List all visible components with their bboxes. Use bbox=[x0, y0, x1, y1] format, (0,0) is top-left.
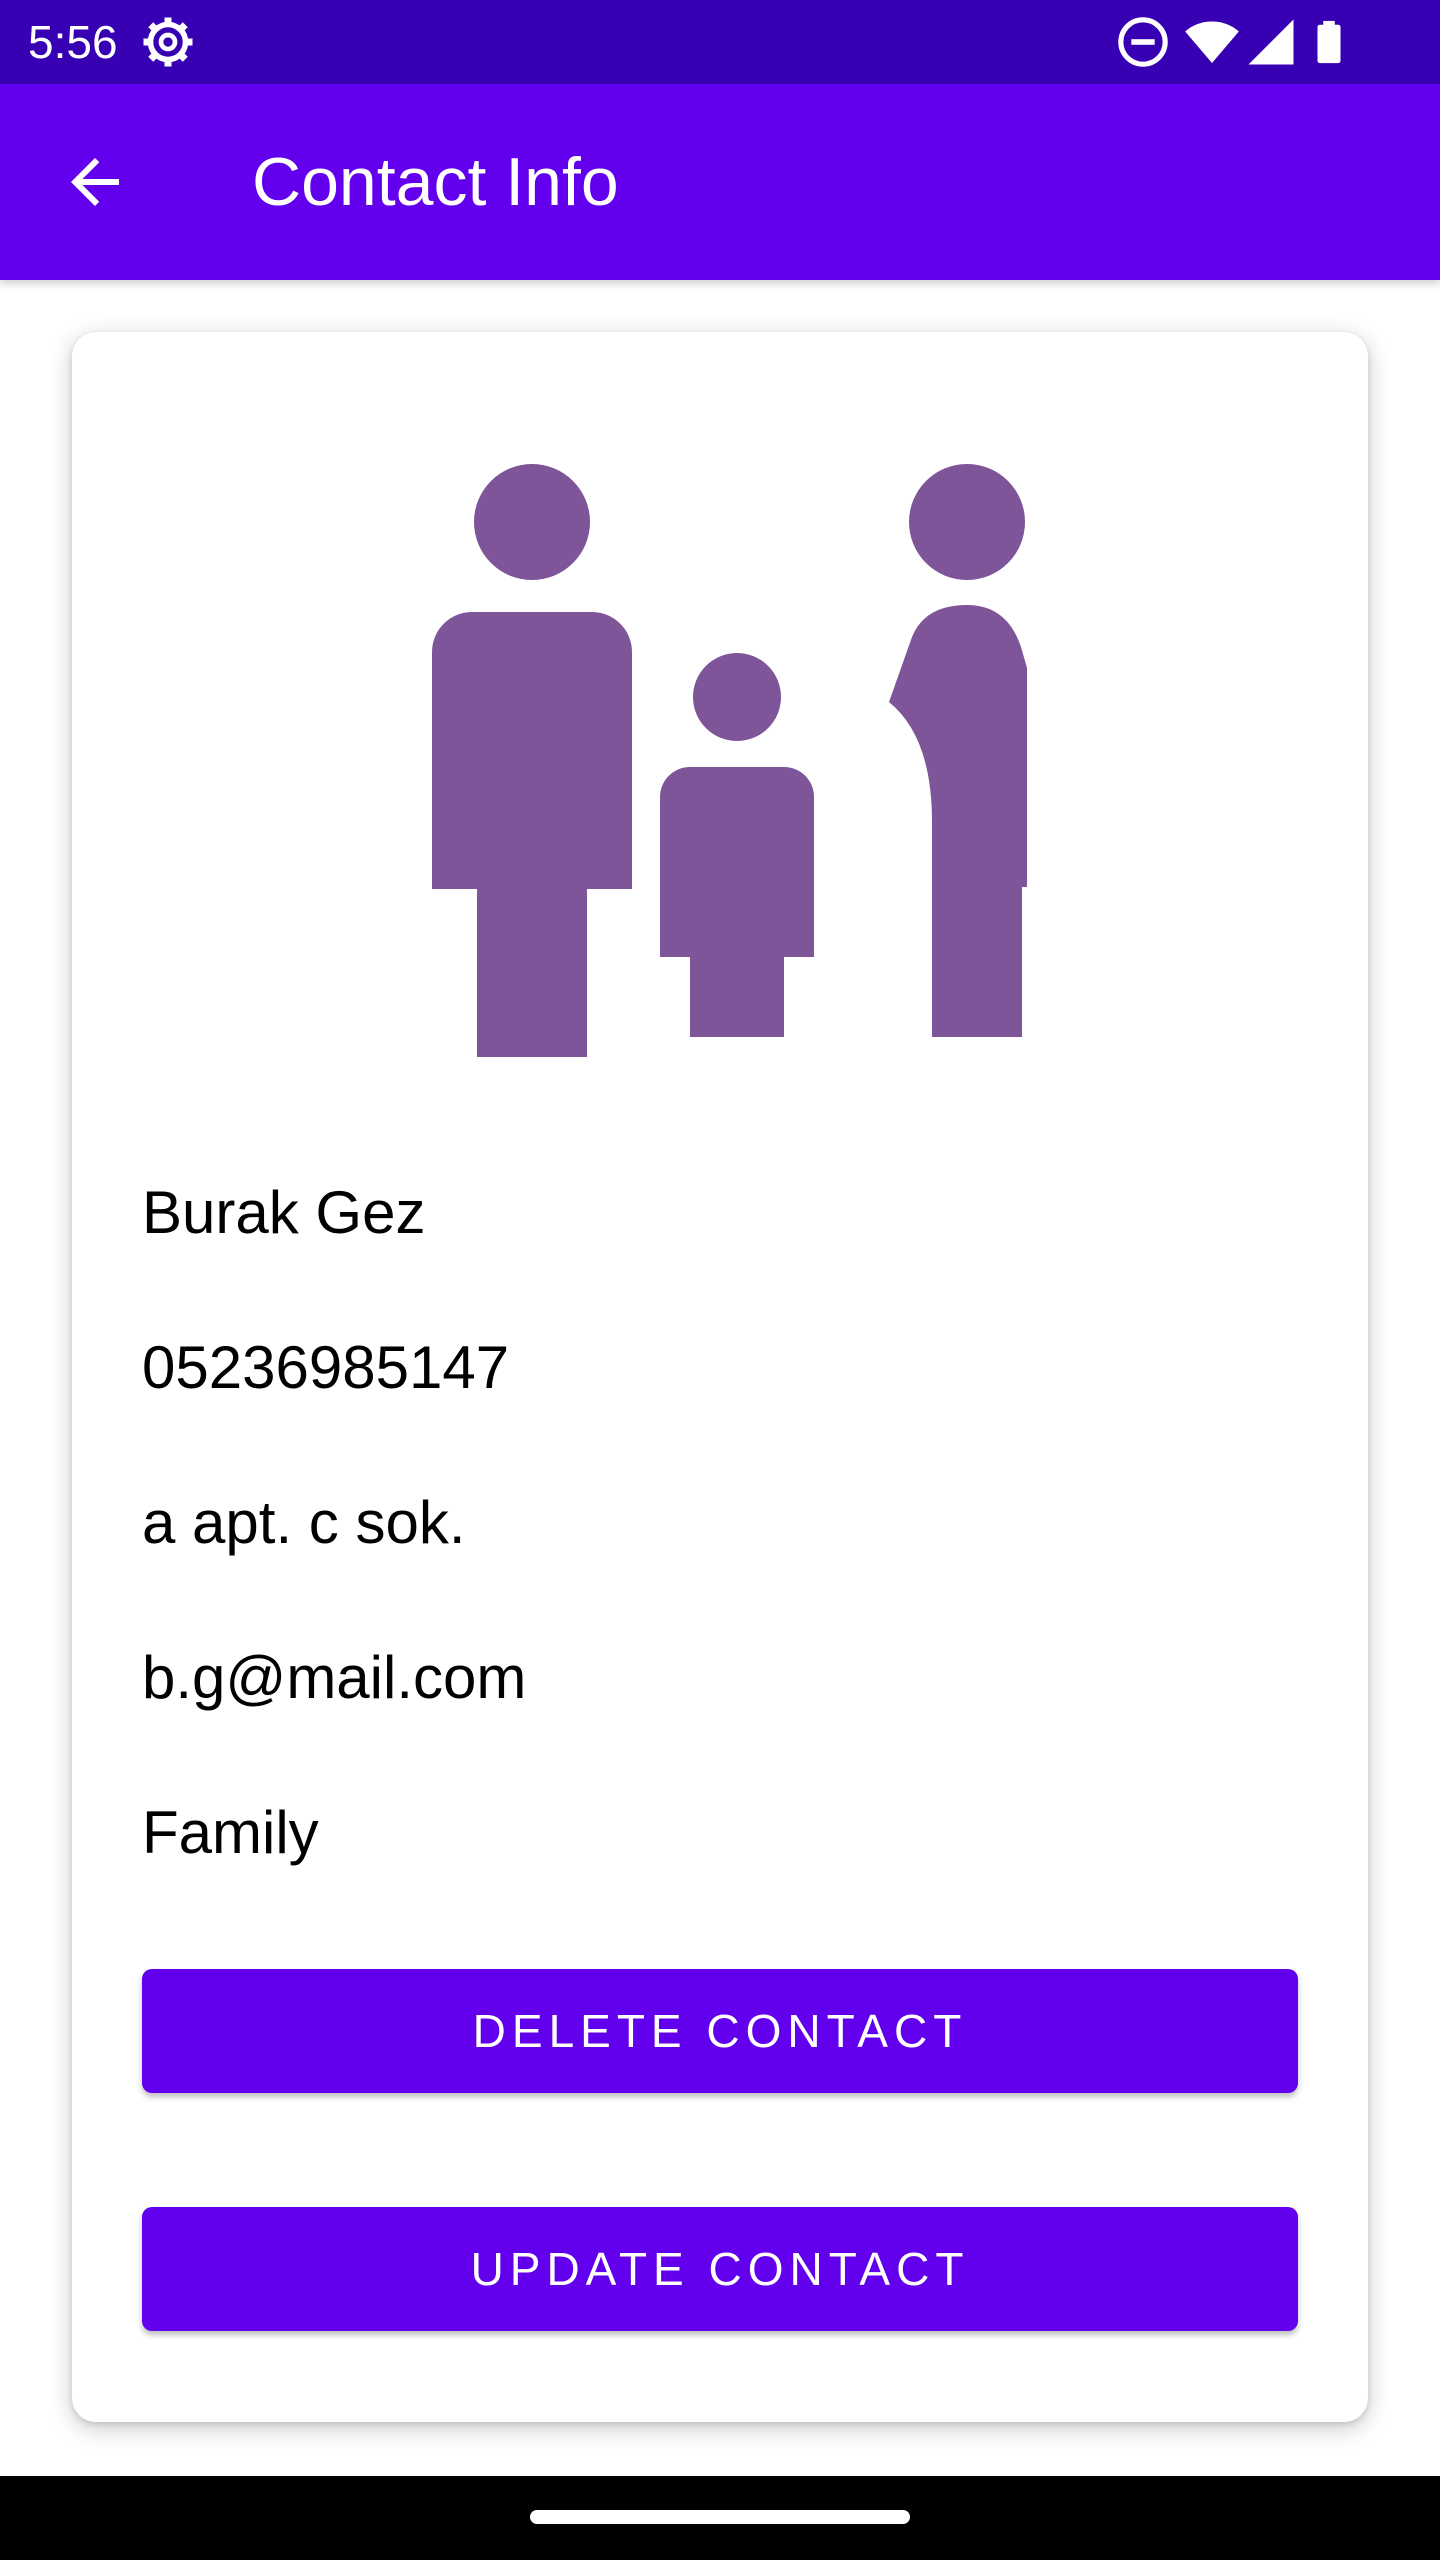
contact-email: b.g@mail.com bbox=[142, 1644, 527, 1711]
settings-gear-icon bbox=[143, 17, 193, 67]
do-not-disturb-icon bbox=[1118, 17, 1168, 67]
contact-name: Burak Gez bbox=[142, 1179, 426, 1246]
update-contact-button[interactable]: UPDATE CONTACT bbox=[142, 2207, 1298, 2331]
back-button[interactable] bbox=[40, 132, 150, 232]
delete-contact-button[interactable]: DELETE CONTACT bbox=[142, 1969, 1298, 2093]
home-gesture-handle[interactable] bbox=[530, 2510, 910, 2524]
contact-card: Burak Gez 05236985147 a apt. c sok. b.g@… bbox=[72, 332, 1368, 2422]
family-icon bbox=[432, 464, 1027, 1057]
signal-icon bbox=[1248, 19, 1294, 65]
wifi-icon bbox=[1185, 21, 1239, 63]
arrow-back-icon bbox=[71, 158, 119, 206]
contact-address: a apt. c sok. bbox=[142, 1489, 466, 1556]
contact-phone: 05236985147 bbox=[142, 1334, 510, 1401]
status-bar: 5:56 bbox=[0, 0, 1440, 84]
battery-icon bbox=[1317, 20, 1341, 64]
navigation-bar bbox=[0, 2476, 1440, 2560]
page-title: Contact Info bbox=[252, 144, 619, 220]
status-time: 5:56 bbox=[28, 16, 118, 68]
contact-group: Family bbox=[142, 1799, 319, 1866]
app-bar: Contact Info bbox=[0, 84, 1440, 280]
